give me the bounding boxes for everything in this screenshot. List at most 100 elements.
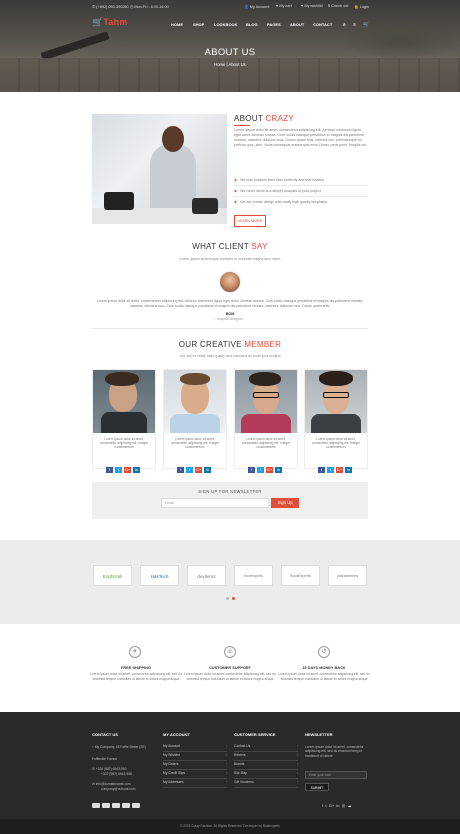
footer-link[interactable]: My Orders › — [163, 762, 227, 770]
google-plus-icon[interactable]: G+ — [329, 803, 334, 808]
nav-about[interactable]: ABOUT — [290, 22, 304, 27]
member-shirt — [241, 414, 291, 433]
member-shirt — [101, 412, 147, 433]
member-social: f t G+ in — [106, 458, 146, 473]
carousel-dot[interactable] — [226, 597, 229, 600]
phone-text-2: +302 (987) 6543-958 — [101, 772, 132, 776]
cart-icon[interactable]: 🛒 — [363, 22, 369, 28]
footer-link[interactable]: Contact Us › — [234, 744, 298, 752]
member-hair — [180, 373, 210, 385]
google-plus-icon[interactable]: G+ — [336, 467, 343, 473]
footer-link[interactable]: Gift Vouchers › — [234, 780, 298, 788]
chevron-right-icon: › — [296, 744, 298, 748]
twitter-icon[interactable]: t — [257, 467, 264, 473]
top-link-wishlist[interactable]: ♥ My wishlist — [301, 4, 323, 8]
glasses-icon — [323, 392, 349, 398]
twitter-icon[interactable]: t — [186, 467, 193, 473]
feature-text: Lorem ipsum dolor sit amet, consectetur … — [184, 672, 276, 681]
top-link-cart[interactable]: ♥ My cart — [276, 4, 292, 8]
brand-logo[interactable]: devitems — [187, 565, 226, 586]
member-card: Lorem ipsum dolor sit amet, consectetur … — [92, 369, 156, 473]
page-title: ABOUT US — [204, 47, 256, 58]
soundcloud-icon[interactable]: ☁ — [348, 803, 352, 808]
nav-home[interactable]: HOME — [171, 22, 183, 27]
member-card: Lorem ipsum dolor sit amet, consectetur … — [163, 369, 227, 473]
divider — [92, 328, 368, 329]
brand-logo[interactable]: BrightSell — [93, 565, 132, 586]
footer-link[interactable]: My Addresses › — [163, 780, 227, 788]
footer-link[interactable]: My Account › — [163, 744, 227, 752]
learn-more-button[interactable]: LEARN MORE — [234, 215, 266, 227]
linkedin-icon[interactable]: in — [275, 467, 282, 473]
footer-link[interactable]: Site Map › — [234, 771, 298, 779]
brand-logo[interactable]: BootExperts — [281, 565, 320, 586]
top-link-checkout[interactable]: $ Check out — [328, 4, 348, 8]
site-logo[interactable]: 🛒Tahm — [92, 17, 128, 28]
newsletter-email-input[interactable]: Email — [161, 498, 269, 508]
testimonial-subtitle: Lorem ipsum scelerisque molestie in mole… — [178, 257, 282, 261]
nav-contact[interactable]: CONTACT — [313, 22, 332, 27]
member-photo — [93, 370, 155, 433]
client-avatar — [219, 271, 241, 293]
footer — [0, 712, 460, 834]
footer-email-input[interactable]: Enter your mail — [305, 771, 367, 779]
footer-link[interactable]: My Wishlist › — [163, 753, 227, 761]
feature-title: 15 DAYS MONEY BACK — [302, 665, 346, 670]
chevron-right-icon: › — [225, 771, 227, 775]
google-plus-icon[interactable]: G+ — [266, 467, 273, 473]
carousel-dot-active[interactable] — [232, 597, 235, 600]
about-check-1: ◉ We love produce their best perfectly an… — [234, 178, 325, 182]
copyright-bar: © 2015 Crazy Fashion. All Rights Reserve… — [0, 819, 460, 834]
facebook-icon[interactable]: f — [177, 467, 184, 473]
facebook-icon[interactable]: f — [248, 467, 255, 473]
about-check-3: ◉ We are create design with really high q… — [234, 200, 328, 204]
top-link-account[interactable]: 👤 My Account — [244, 4, 269, 9]
brand-logo[interactable]: HasTech — [140, 565, 179, 586]
email-text-2: company@outlook.com — [101, 787, 136, 791]
top-link-login[interactable]: 🔒 Login — [354, 4, 369, 9]
member-text: Lorem ipsum dolor sit amet, consectetur … — [170, 437, 220, 450]
linkedin-icon[interactable]: in — [336, 803, 339, 808]
phone-text: ✆ (+892) 050-300250 — [92, 5, 129, 9]
facebook-icon[interactable]: f — [318, 467, 325, 473]
brand-logo[interactable]: bootexperts — [234, 565, 273, 586]
linkedin-icon[interactable]: in — [133, 467, 140, 473]
breadcrumb[interactable]: Home | About Us — [0, 62, 460, 67]
nav-blog[interactable]: BLOG — [246, 22, 258, 27]
feature-title: FREE SHIPPING — [120, 665, 152, 670]
google-plus-icon[interactable]: G+ — [124, 467, 131, 473]
linkedin-icon[interactable]: in — [345, 467, 352, 473]
nav-shop[interactable]: SHOP — [193, 22, 204, 27]
amex-icon — [132, 803, 140, 808]
nav-lookbook[interactable]: LOOKBOOK — [214, 22, 238, 27]
twitter-icon[interactable]: t — [327, 467, 334, 473]
sign-up-button[interactable]: Sign Up — [271, 498, 299, 508]
photo-person-head — [162, 126, 184, 152]
footer-link[interactable]: My Credit Slips › — [163, 771, 227, 779]
member-shirt — [311, 414, 361, 433]
testimonial-quote: Lorem ipsum dolor sit amet, consectetuer… — [96, 299, 364, 308]
linkedin-icon[interactable]: in — [204, 467, 211, 473]
footer-submit-button[interactable]: SUBMIT — [305, 783, 329, 791]
about-check-2: ◉ We never know is a deeply analysis of y… — [234, 189, 322, 193]
email-text: ✉ info@domainname.com — [92, 782, 131, 786]
support-icon: ☏ — [224, 646, 236, 658]
facebook-icon[interactable]: f — [322, 803, 323, 808]
footer-link[interactable]: Returns › — [234, 753, 298, 761]
footer-newsletter-title: NEWSLETTER — [305, 732, 333, 737]
member-text: Lorem ipsum dolor sit amet, consectetur … — [241, 437, 291, 450]
menu-icon[interactable]: ≡ — [353, 22, 356, 28]
facebook-icon[interactable]: f — [106, 467, 113, 473]
google-plus-icon[interactable]: G+ — [195, 467, 202, 473]
twitter-icon[interactable]: t — [325, 803, 326, 808]
twitter-icon[interactable]: t — [115, 467, 122, 473]
chevron-right-icon: › — [296, 780, 298, 784]
nav-pages[interactable]: PAGES — [267, 22, 281, 27]
member-social: f t G+ in — [248, 458, 288, 473]
chevron-right-icon: › — [225, 744, 227, 748]
paypal-icon — [112, 803, 120, 808]
instagram-icon[interactable]: ◎ — [342, 803, 346, 808]
search-icon[interactable]: ⌕ — [343, 22, 346, 28]
brand-logo[interactable]: plazathemes — [328, 565, 367, 586]
footer-link[interactable]: Brands › — [234, 762, 298, 770]
